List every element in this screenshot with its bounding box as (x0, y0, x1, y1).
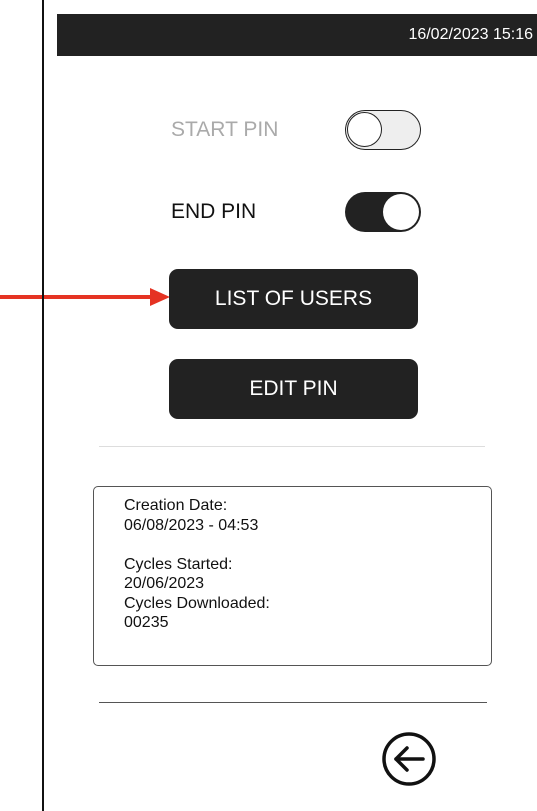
start-pin-row: START PIN (44, 110, 537, 150)
page: 16/02/2023 15:16 START PIN END PIN LIST … (0, 0, 537, 811)
cycles-started-label: Cycles Started: (124, 555, 233, 573)
back-button[interactable] (379, 729, 439, 789)
cycles-downloaded-value: 00235 (124, 614, 169, 631)
info-panel: Creation Date: 06/08/2023 - 04:53 Cycles… (93, 486, 492, 666)
divider (99, 702, 487, 703)
end-pin-row: END PIN (44, 192, 537, 232)
list-of-users-button[interactable]: LIST OF USERS (169, 269, 418, 329)
end-pin-label: END PIN (171, 200, 257, 223)
creation-date-value: 06/08/2023 - 04:53 (124, 516, 259, 534)
toggle-knob (383, 194, 419, 230)
arrow-left-circle-icon (382, 732, 436, 786)
start-pin-label: START PIN (171, 118, 279, 141)
creation-date-label: Creation Date: (124, 497, 228, 514)
start-pin-toggle[interactable] (345, 110, 421, 150)
device-screen: 16/02/2023 15:16 START PIN END PIN LIST … (42, 0, 537, 811)
datetime: 16/02/2023 15:16 (408, 26, 533, 43)
status-bar: 16/02/2023 15:16 (57, 14, 537, 56)
end-pin-toggle[interactable] (345, 192, 421, 232)
cycles-started-value: 20/06/2023 (124, 575, 205, 592)
divider (99, 446, 485, 447)
edit-pin-button[interactable]: EDIT PIN (169, 359, 418, 419)
cycles-downloaded-label: Cycles Downloaded: (124, 594, 270, 612)
toggle-knob (347, 112, 382, 147)
